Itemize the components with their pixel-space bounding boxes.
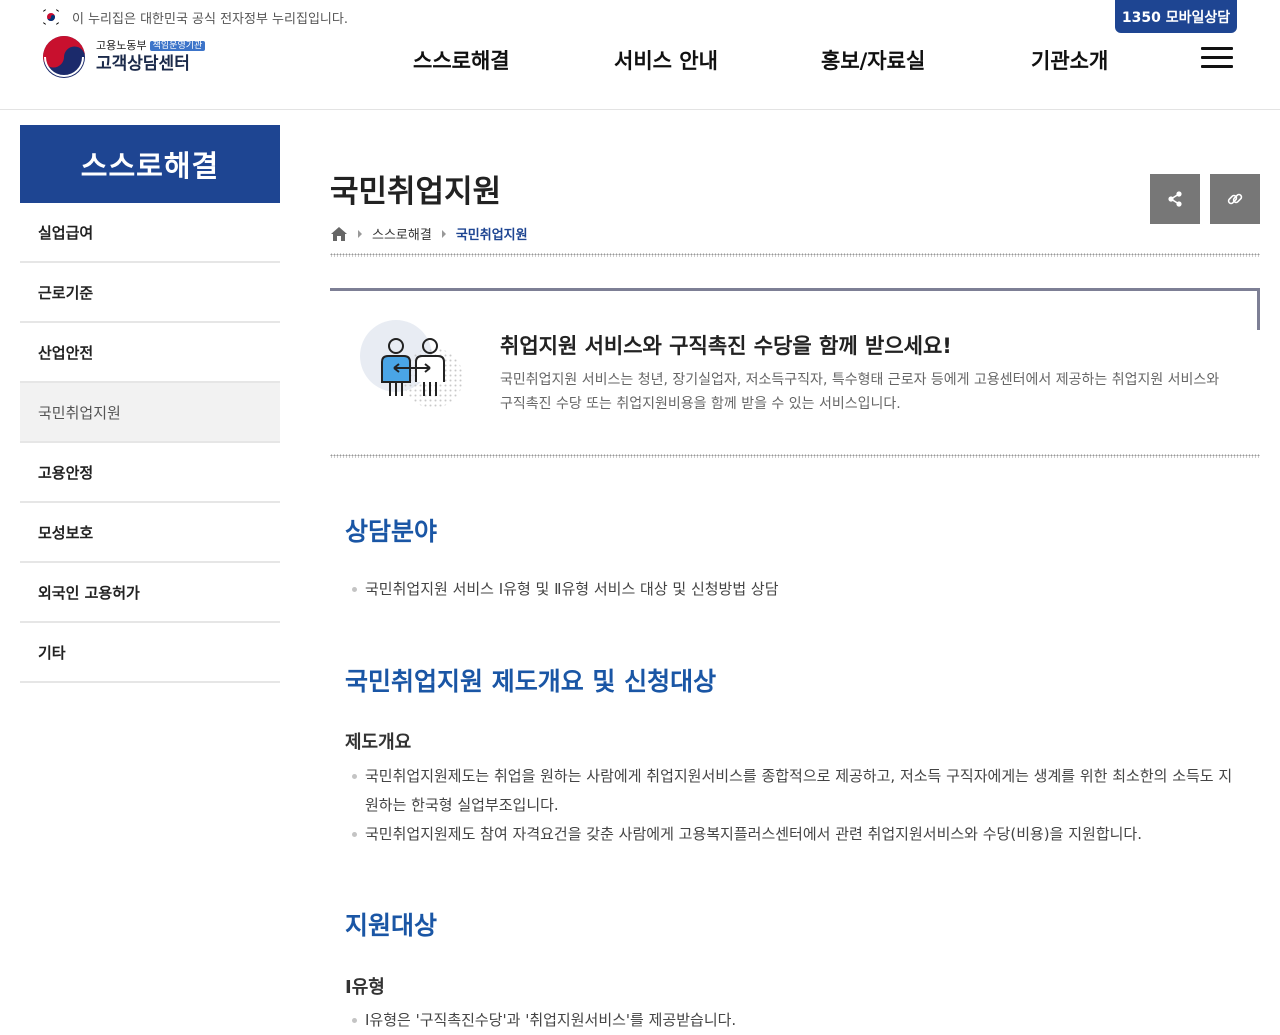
share-icon <box>1168 191 1182 207</box>
overview-list: 국민취업지원제도는 취업을 원하는 사람에게 취업지원서비스를 종합적으로 제공… <box>350 762 1240 849</box>
sidebar-title: 스스로해결 <box>20 125 280 203</box>
list-item: 국민취업지원제도는 취업을 원하는 사람에게 취업지원서비스를 종합적으로 제공… <box>350 762 1240 820</box>
mobile-consult-button[interactable]: 1350 모바일상담 <box>1115 0 1237 33</box>
sidebar-item-unemployment-benefit[interactable]: 실업급여 <box>20 203 280 263</box>
list-item: Ⅰ유형은 '구직촉진수당'과 '취업지원서비스'를 제공받습니다. <box>350 1006 1240 1035</box>
page-title: 국민취업지원 <box>330 174 502 210</box>
breadcrumb-current: 국민취업지원 <box>455 228 528 243</box>
gov-notice-bar: 이 누리집은 대한민국 공식 전자정부 누리집입니다. <box>42 6 348 28</box>
copy-link-button[interactable] <box>1210 174 1260 224</box>
header-divider <box>0 109 1280 110</box>
sidebar-item-industrial-safety[interactable]: 산업안전 <box>20 323 280 383</box>
breadcrumb-section[interactable]: 스스로해결 <box>372 224 432 243</box>
divider-dotted <box>330 253 1260 257</box>
intro-description: 국민취업지원 서비스는 청년, 장기실업자, 저소득구직자, 특수형태 근로자 … <box>500 372 1220 412</box>
subtitle-type-1: Ⅰ유형 <box>345 977 385 998</box>
target-list: Ⅰ유형은 '구직촉진수당'과 '취업지원서비스'를 제공받습니다. <box>350 1006 1240 1035</box>
nav-promotion-archive[interactable]: 홍보/자료실 <box>821 45 925 75</box>
nav-service-guide[interactable]: 서비스 안내 <box>614 45 718 75</box>
section-title-overview: 국민취업지원 제도개요 및 신청대상 <box>345 667 717 696</box>
home-icon[interactable] <box>330 226 348 242</box>
sidebar-item-labor-standards[interactable]: 근로기준 <box>20 263 280 323</box>
nav-self-solve[interactable]: 스스로해결 <box>413 45 510 75</box>
nav-about[interactable]: 기관소개 <box>1031 45 1108 75</box>
sidebar: 스스로해결 실업급여 근로기준 산업안전 국민취업지원 고용안정 모성보호 외국… <box>20 125 280 683</box>
intro-box: 취업지원 서비스와 구직촉진 수당을 함께 받으세요! 국민취업지원 서비스는 … <box>330 288 1260 454</box>
section-title-counsel: 상담분야 <box>345 517 438 546</box>
gov-notice-text: 이 누리집은 대한민국 공식 전자정부 누리집입니다. <box>72 11 348 27</box>
korea-flag-icon <box>42 8 60 26</box>
main-navigation: 스스로해결 서비스 안내 홍보/자료실 기관소개 <box>0 45 1280 75</box>
hamburger-menu-icon[interactable] <box>1201 47 1233 69</box>
section-title-target: 지원대상 <box>345 911 438 940</box>
divider-dotted <box>330 454 1260 458</box>
share-button[interactable] <box>1150 174 1200 224</box>
sidebar-item-employment-stability[interactable]: 고용안정 <box>20 443 280 503</box>
sidebar-item-maternity-protection[interactable]: 모성보호 <box>20 503 280 563</box>
breadcrumb: 스스로해결 국민취업지원 <box>330 224 528 243</box>
sidebar-item-etc[interactable]: 기타 <box>20 623 280 683</box>
job-support-people-icon <box>360 320 463 408</box>
counsel-list: 국민취업지원 서비스 Ⅰ유형 및 Ⅱ유형 서비스 대상 및 신청방법 상담 <box>350 575 1240 604</box>
sidebar-item-foreign-employment-permit[interactable]: 외국인 고용허가 <box>20 563 280 623</box>
list-item: 국민취업지원제도 참여 자격요건을 갖춘 사람에게 고용복지플러스센터에서 관련… <box>350 820 1240 849</box>
subtitle-overview: 제도개요 <box>345 732 412 753</box>
link-icon <box>1227 193 1243 205</box>
list-item: 국민취업지원 서비스 Ⅰ유형 및 Ⅱ유형 서비스 대상 및 신청방법 상담 <box>350 575 1240 604</box>
intro-heading: 취업지원 서비스와 구직촉진 수당을 함께 받으세요! <box>500 334 952 358</box>
sidebar-item-national-employment-support[interactable]: 국민취업지원 <box>20 383 280 443</box>
